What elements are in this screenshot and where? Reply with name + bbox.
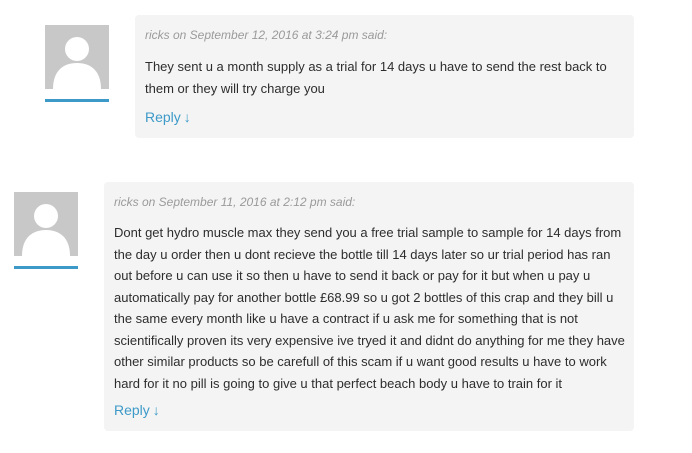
comment-bubble: ricks on September 12, 2016 at 3:24 pm s… xyxy=(135,15,634,138)
user-silhouette-icon xyxy=(45,25,109,89)
reply-button[interactable]: Reply ↓ xyxy=(145,109,191,125)
comment-meta: ricks on September 12, 2016 at 3:24 pm s… xyxy=(145,28,388,42)
comment-text: Dont get hydro muscle max they send you … xyxy=(114,225,625,391)
avatar xyxy=(14,192,78,256)
reply-button[interactable]: Reply ↓ xyxy=(114,402,160,418)
reply-label: Reply xyxy=(145,109,181,125)
avatar-underline xyxy=(45,99,109,102)
avatar-underline xyxy=(14,266,78,269)
down-arrow-icon: ↓ xyxy=(183,109,191,125)
user-silhouette-icon xyxy=(14,192,78,256)
comment-meta: ricks on September 11, 2016 at 2:12 pm s… xyxy=(114,195,356,209)
avatar xyxy=(45,25,109,89)
comment-text: They sent u a month supply as a trial fo… xyxy=(145,59,607,96)
reply-label: Reply xyxy=(114,402,150,418)
down-arrow-icon: ↓ xyxy=(152,402,160,418)
comment-bubble: ricks on September 11, 2016 at 2:12 pm s… xyxy=(104,182,634,431)
